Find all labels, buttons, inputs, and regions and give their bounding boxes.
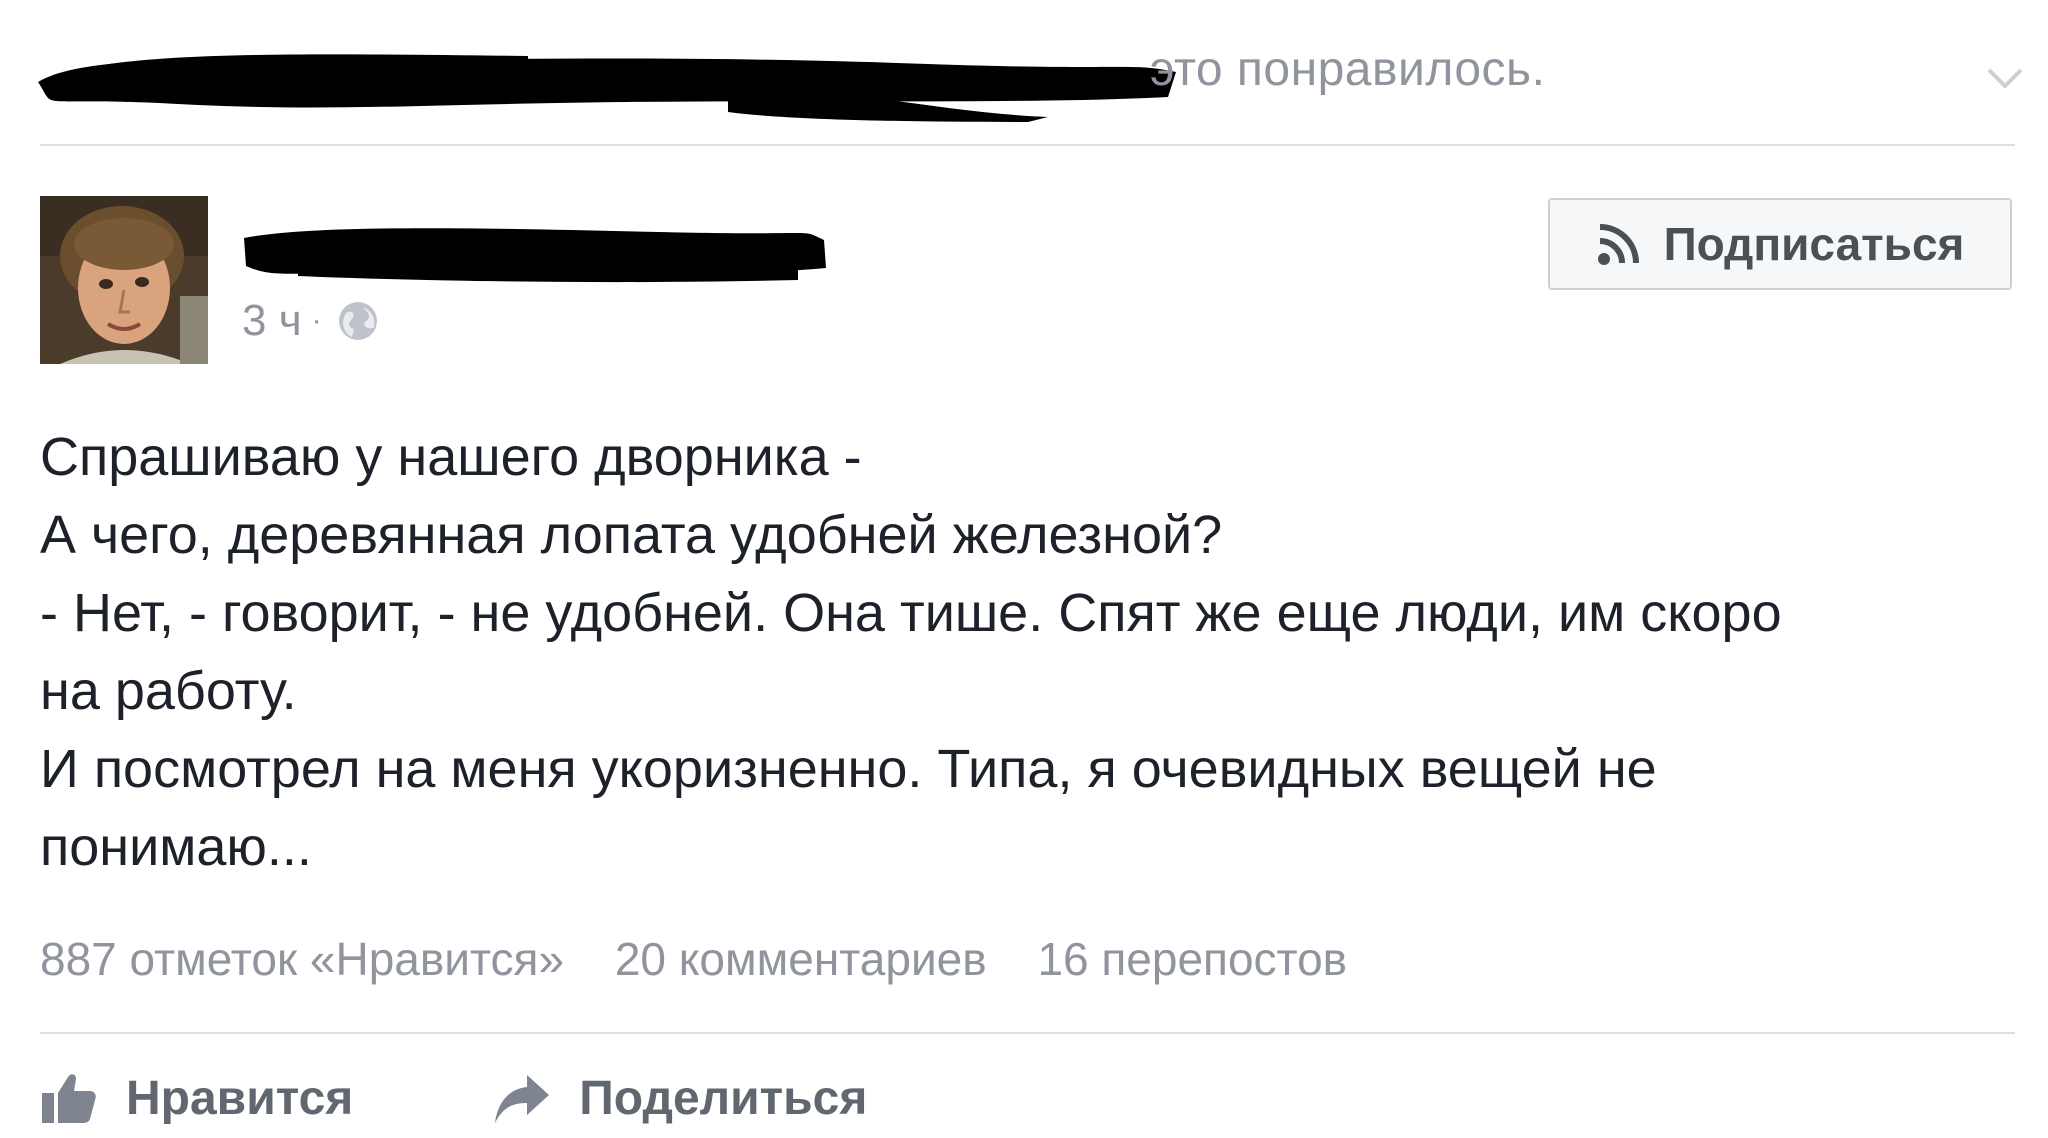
globe-icon: [338, 302, 377, 340]
post-meta: 3 ч ·: [242, 296, 380, 346]
share-arrow-icon: [495, 1075, 550, 1123]
follow-button-label: Подписаться: [1663, 218, 1965, 270]
post-body: Спрашиваю у нашего дворника - А чего, де…: [40, 418, 2000, 886]
actions-divider: [40, 1032, 2015, 1034]
engagement-counts: 887 отметок «Нравится» 20 комментариев 1…: [40, 932, 1385, 986]
share-button[interactable]: Поделиться: [493, 1069, 867, 1127]
post-line: Спрашиваю у нашего дворника -: [40, 427, 862, 487]
meta-separator: ·: [311, 304, 322, 337]
redacted-liked-by-names: [38, 54, 1176, 122]
avatar[interactable]: [40, 196, 208, 364]
follow-button[interactable]: Подписаться: [1548, 198, 2012, 290]
post-timestamp[interactable]: 3 ч: [242, 296, 302, 346]
rss-icon: [1597, 224, 1639, 265]
post-line: А чего, деревянная лопата удобней железн…: [40, 505, 1223, 565]
action-bar: Нравится Поделиться: [40, 1060, 1007, 1136]
avatar-image: [40, 196, 208, 364]
likes-count[interactable]: 887 отметок «Нравится»: [40, 933, 564, 985]
like-button-label: Нравится: [126, 1071, 354, 1125]
redacted-author-name: [244, 228, 826, 283]
header-divider: [40, 144, 2015, 146]
post-line: - Нет, - говорит, - не удобней. Она тише…: [40, 583, 1782, 643]
post-line: И посмотрел на меня укоризненно. Типа, я…: [40, 739, 1657, 799]
story-header: это понравилось.: [38, 30, 2030, 140]
shares-count[interactable]: 16 перепостов: [1037, 933, 1347, 985]
comments-count[interactable]: 20 комментариев: [615, 933, 987, 985]
post-line: на работу.: [40, 661, 297, 721]
liked-by-text: это понравилось.: [1150, 43, 1546, 96]
chevron-down-icon[interactable]: [1985, 58, 2025, 98]
thumbs-up-icon: [42, 1074, 96, 1123]
post-line: понимаю...: [40, 817, 312, 877]
like-button[interactable]: Нравится: [40, 1069, 353, 1127]
share-button-label: Поделиться: [579, 1071, 868, 1125]
